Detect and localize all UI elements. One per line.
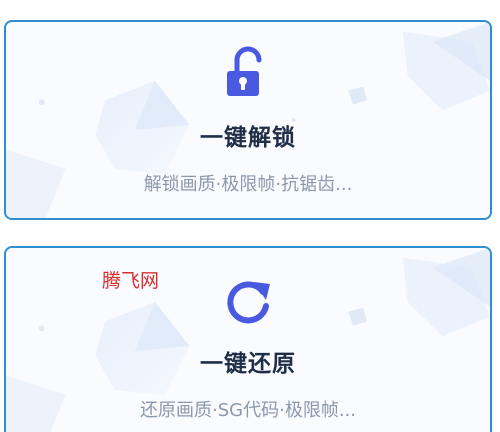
unlock-card-subtitle: 解锁画质·极限帧·抗锯齿... bbox=[143, 174, 353, 195]
refresh-icon bbox=[227, 281, 270, 324]
restore-card[interactable]: 一键还原 还原画质·SG代码·极限帧... bbox=[4, 246, 492, 432]
unlock-card[interactable]: 一键解锁 解锁画质·极限帧·抗锯齿... bbox=[4, 20, 492, 220]
restore-card-subtitle: 还原画质·SG代码·极限帧... bbox=[140, 400, 356, 421]
unlock-icon bbox=[227, 46, 262, 96]
restore-card-title: 一键还原 bbox=[200, 351, 296, 377]
unlock-card-title: 一键解锁 bbox=[200, 125, 296, 151]
watermark-text: 腾飞网 bbox=[102, 270, 160, 292]
page: 一键解锁 解锁画质·极限帧·抗锯齿... 一键还原 还原画质·SG代码·极限帧.… bbox=[0, 0, 500, 432]
